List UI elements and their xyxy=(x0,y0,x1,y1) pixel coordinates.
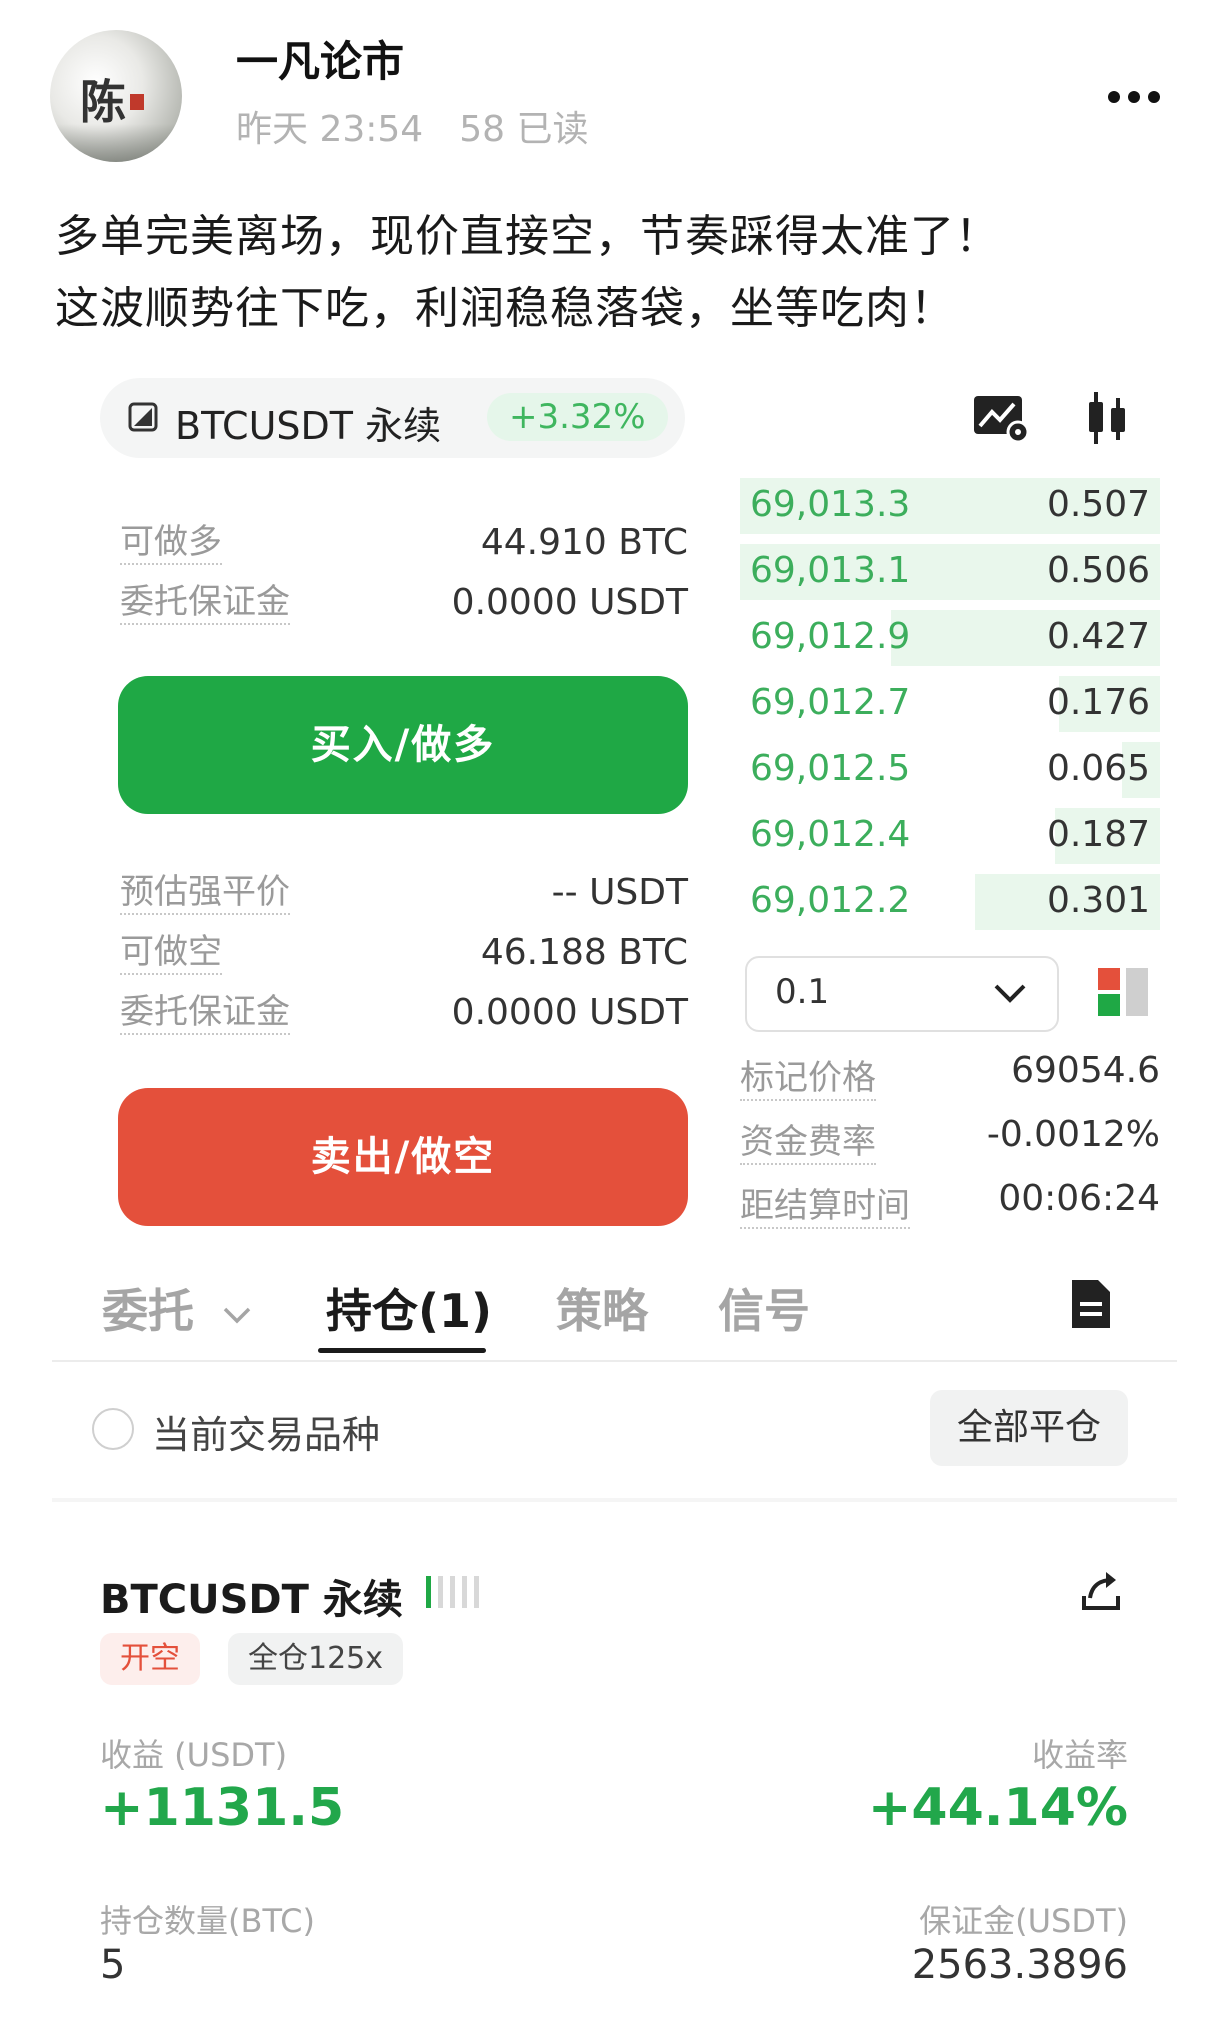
perpetual-icon xyxy=(128,402,158,432)
buy-long-button[interactable]: 买入/做多 xyxy=(118,676,688,814)
liquidation-price-value: -- USDT xyxy=(551,872,688,913)
tab-orders[interactable]: 委托 xyxy=(102,1275,254,1341)
mark-price-value: 69054.6 xyxy=(1011,1050,1160,1091)
short-margin-value: 0.0000 USDT xyxy=(451,992,688,1033)
share-icon[interactable] xyxy=(1076,1566,1126,1616)
order-book-qty: 0.427 xyxy=(1046,616,1150,657)
chevron-down-icon xyxy=(223,1307,251,1323)
close-all-button[interactable]: 全部平仓 xyxy=(930,1390,1128,1466)
position-size-label: 持仓数量(BTC) xyxy=(100,1902,315,1940)
current-symbol-label[interactable]: 当前交易品种 xyxy=(152,1404,380,1459)
order-book-price: 69,013.1 xyxy=(750,550,911,591)
long-available-label: 可做多 xyxy=(120,522,222,565)
tab-strategy[interactable]: 策略 xyxy=(556,1275,648,1341)
more-icon[interactable] xyxy=(1108,88,1168,107)
tabs-divider xyxy=(52,1360,1177,1362)
long-margin-value: 0.0000 USDT xyxy=(451,582,688,623)
sell-short-button[interactable]: 卖出/做空 xyxy=(118,1088,688,1226)
order-book-row[interactable]: 69,012.4 0.187 xyxy=(740,808,1160,864)
avatar-seal xyxy=(130,94,144,110)
funding-rate-label: 资金费率 xyxy=(740,1114,876,1165)
document-icon[interactable] xyxy=(1068,1276,1114,1332)
margin-label: 保证金(USDT) xyxy=(919,1902,1128,1940)
read-count: 58 已读 xyxy=(459,109,589,150)
price-step-value: 0.1 xyxy=(775,972,830,1012)
order-book-price: 69,012.2 xyxy=(750,880,911,921)
short-available-label: 可做空 xyxy=(120,932,222,975)
order-book-price: 69,013.3 xyxy=(750,484,911,525)
roe-value: +44.14% xyxy=(867,1778,1128,1838)
author-name[interactable]: 一凡论市 xyxy=(236,28,404,89)
order-book-price: 69,012.4 xyxy=(750,814,911,855)
order-book-price: 69,012.9 xyxy=(750,616,911,657)
short-margin-label: 委托保证金 xyxy=(120,992,290,1035)
order-book-qty: 0.301 xyxy=(1046,880,1150,921)
post-meta: 昨天 23:54 58 已读 xyxy=(236,100,588,152)
book-layout-icon[interactable] xyxy=(1092,960,1156,1024)
current-symbol-radio[interactable] xyxy=(92,1408,134,1450)
chevron-down-icon xyxy=(994,984,1026,1003)
tab-positions[interactable]: 持仓(1) xyxy=(326,1275,492,1341)
order-book-row[interactable]: 69,012.2 0.301 xyxy=(740,874,1160,930)
margin-mode-badge[interactable]: 全仓125x xyxy=(228,1633,404,1685)
order-book-row[interactable]: 69,013.3 0.507 xyxy=(740,478,1160,534)
order-book-qty: 0.187 xyxy=(1046,814,1150,855)
order-book-qty: 0.506 xyxy=(1046,550,1150,591)
order-book-qty: 0.176 xyxy=(1046,682,1150,723)
post-text-line-2: 这波顺势往下吃，利润稳稳落袋，坐等吃肉！ xyxy=(55,283,955,334)
candlestick-icon[interactable] xyxy=(1078,388,1138,448)
order-book-price: 69,012.7 xyxy=(750,682,911,723)
order-book-price: 69,012.5 xyxy=(750,748,911,789)
mark-price-label: 标记价格 xyxy=(740,1050,876,1101)
signal-strength-icon xyxy=(426,1576,479,1608)
chart-settings-icon[interactable] xyxy=(970,388,1030,448)
roe-label: 收益率 xyxy=(1031,1736,1128,1774)
position-side-badge: 开空 xyxy=(100,1633,200,1685)
post-text-line-1: 多单完美离场，现价直接空，节奏踩得太准了！ xyxy=(55,211,1000,262)
order-book-row[interactable]: 69,013.1 0.506 xyxy=(740,544,1160,600)
price-change-badge: +3.32% xyxy=(487,393,668,441)
order-book-qty: 0.507 xyxy=(1046,484,1150,525)
short-available-value: 46.188 BTC xyxy=(480,932,688,973)
order-book-row[interactable]: 69,012.5 0.065 xyxy=(740,742,1160,798)
avatar-character: 陈 xyxy=(80,75,126,129)
tab-orders-label: 委托 xyxy=(102,1284,194,1338)
tab-signals[interactable]: 信号 xyxy=(718,1275,810,1341)
settlement-time-value: 00:06:24 xyxy=(998,1178,1160,1219)
pnl-value: +1131.5 xyxy=(100,1778,345,1838)
symbol-label: BTCUSDT 永续 xyxy=(175,404,442,448)
order-book-row[interactable]: 69,012.9 0.427 xyxy=(740,610,1160,666)
long-available-value: 44.910 BTC xyxy=(480,522,688,563)
margin-value: 2563.3896 xyxy=(911,1942,1128,1988)
settlement-time-label: 距结算时间 xyxy=(740,1178,910,1229)
avatar[interactable]: 陈 xyxy=(50,30,182,162)
active-tab-indicator xyxy=(318,1348,486,1353)
section-divider xyxy=(52,1498,1177,1502)
order-book-row[interactable]: 69,012.7 0.176 xyxy=(740,676,1160,732)
post-time: 昨天 23:54 xyxy=(236,109,424,150)
position-symbol[interactable]: BTCUSDT 永续 xyxy=(100,1567,403,1625)
funding-rate-value: -0.0012% xyxy=(986,1114,1160,1155)
liquidation-price-label: 预估强平价 xyxy=(120,872,290,915)
long-margin-label: 委托保证金 xyxy=(120,582,290,625)
position-size-value: 5 xyxy=(100,1942,126,1988)
order-book-qty: 0.065 xyxy=(1046,748,1150,789)
pnl-label: 收益 (USDT) xyxy=(100,1736,288,1774)
